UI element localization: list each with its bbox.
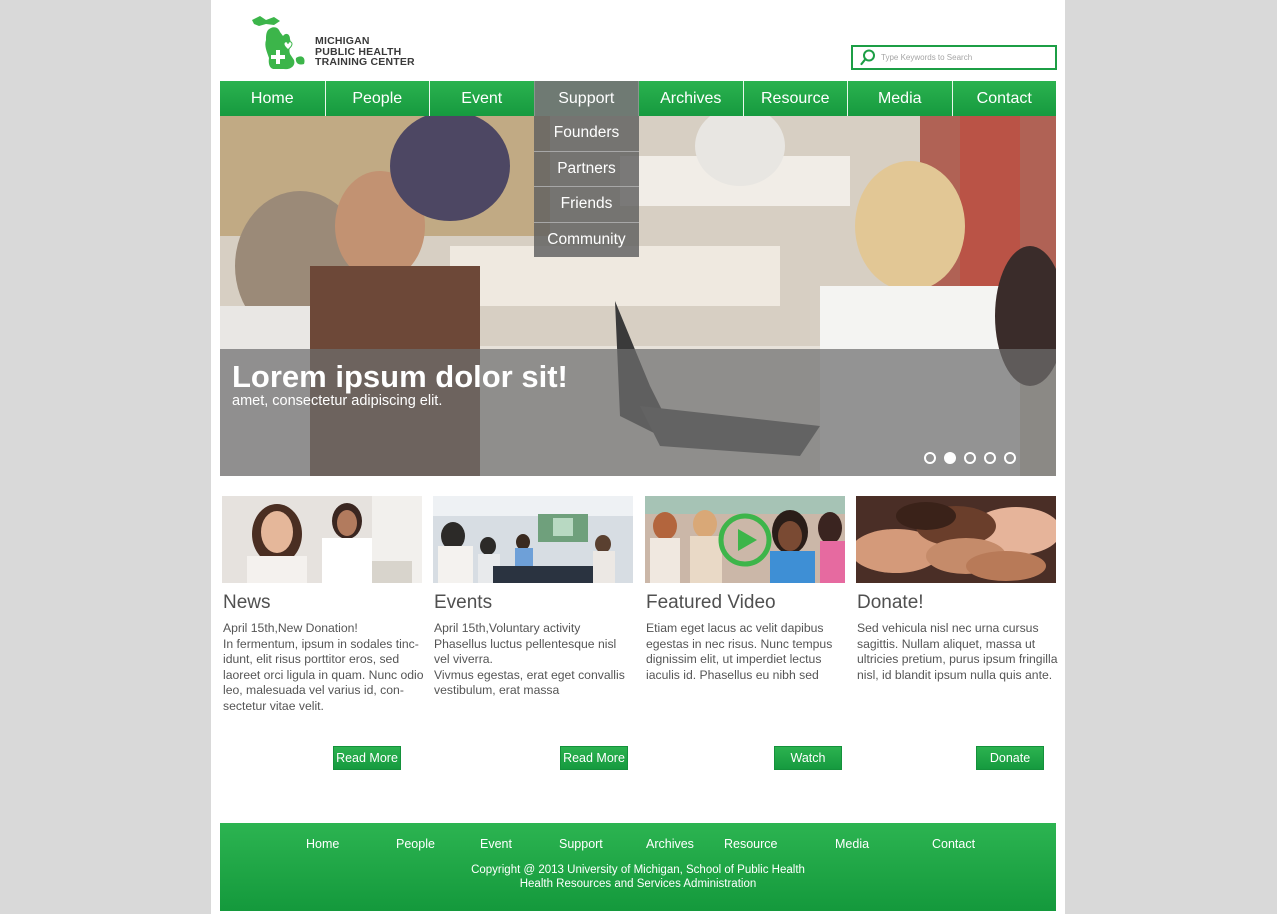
news-title: News xyxy=(223,592,271,613)
events-title: Events xyxy=(434,592,493,613)
footer-link-people[interactable]: People xyxy=(396,837,435,851)
news-text-line: sectetur vitae velit. xyxy=(223,698,324,713)
slider-dot[interactable] xyxy=(984,452,996,464)
slider-dot[interactable] xyxy=(924,452,936,464)
footer-link-archives[interactable]: Archives xyxy=(646,837,694,851)
nav-item-support[interactable]: Support xyxy=(533,81,638,116)
footer-link-home[interactable]: Home xyxy=(306,837,339,851)
donate-photo xyxy=(856,496,1056,583)
donate-text-line: Sed vehicula nisl nec urna cursus xyxy=(857,621,1039,635)
events-text-line: vestibulum, erat massa xyxy=(434,683,560,698)
footer-org: Health Resources and Services Administra… xyxy=(519,878,757,890)
nav-item-contact[interactable]: Contact xyxy=(951,81,1057,116)
donate-title: Donate! xyxy=(857,592,924,613)
slider-dot[interactable] xyxy=(964,452,976,464)
events-card: Events April 15th,Voluntary activity Pha… xyxy=(433,496,633,697)
video-thumbnail[interactable] xyxy=(645,496,845,583)
footer-link-contact[interactable]: Contact xyxy=(932,837,975,851)
donate-text-line: sagittis. Nullam aliquet, massa ut xyxy=(857,636,1036,651)
events-photo xyxy=(433,496,633,583)
search-box xyxy=(851,45,1057,70)
video-text-line: egestas in nec risus. Nunc tempus xyxy=(646,636,833,651)
donate-text-line: ultricies pretium, purus ipsum fringilla xyxy=(857,652,1058,667)
search-input[interactable] xyxy=(881,49,1049,65)
footer-link-resource[interactable]: Resource xyxy=(724,837,778,851)
watch-button[interactable]: Watch xyxy=(774,746,842,770)
events-text-line: Vivmus egestas, erat eget convallis xyxy=(434,667,625,682)
video-text-line: dignissim elit, ut imperdiet lectus xyxy=(646,652,822,667)
donate-body: Sed vehicula nisl nec urna cursus sagitt… xyxy=(857,621,1061,683)
video-text-line: iaculis id. Phasellus eu nibh sed xyxy=(646,667,819,682)
play-video-icon[interactable] xyxy=(717,512,773,568)
news-body: April 15th,New Donation! In fermentum, i… xyxy=(223,621,427,715)
support-dropdown-menu: Founders Partners Friends Community xyxy=(534,116,639,257)
nav-item-archives[interactable]: Archives xyxy=(638,81,743,116)
search-icon[interactable] xyxy=(860,49,876,66)
donate-thumbnail[interactable] xyxy=(856,496,1056,583)
news-text-line: leo, malesuada vel varius id, con- xyxy=(223,683,404,698)
nav-item-people[interactable]: People xyxy=(324,81,430,116)
nav-item-resource[interactable]: Resource xyxy=(742,81,848,116)
footer-link-event[interactable]: Event xyxy=(480,837,512,851)
news-thumbnail[interactable] xyxy=(222,496,422,583)
news-card: News April 15th,New Donation! In ferment… xyxy=(222,496,424,713)
main-nav: Home People Event Support Archives Resou… xyxy=(220,81,1056,116)
news-text-line: April 15th,New Donation! xyxy=(223,621,358,635)
donate-text-line: nisl, id blandit ipsum nulla quis ante. xyxy=(857,667,1053,682)
events-read-more-button[interactable]: Read More xyxy=(560,746,628,770)
video-text-line: Etiam eget lacus ac velit dapibus xyxy=(646,621,824,635)
news-text-line: In fermentum, ipsum in sodales tinc- xyxy=(223,636,419,651)
events-thumbnail[interactable] xyxy=(433,496,633,583)
video-body: Etiam eget lacus ac velit dapibus egesta… xyxy=(646,621,850,683)
news-read-more-button[interactable]: Read More xyxy=(333,746,401,770)
donate-button[interactable]: Donate xyxy=(976,746,1044,770)
nav-item-event[interactable]: Event xyxy=(429,81,534,116)
page: MICHIGAN PUBLIC HEALTH TRAINING CENTER H… xyxy=(211,0,1065,914)
logo-text: MICHIGAN PUBLIC HEALTH TRAINING CENTER xyxy=(315,36,415,68)
video-title: Featured Video xyxy=(646,592,776,613)
dropdown-item-friends[interactable]: Friends xyxy=(534,186,639,222)
news-photo xyxy=(222,496,422,583)
hero-title: Lorem ipsum dolor sit! xyxy=(232,359,568,394)
site-logo[interactable]: MICHIGAN PUBLIC HEALTH TRAINING CENTER xyxy=(250,14,430,74)
footer-copyright: Copyright @ 2013 University of Michigan,… xyxy=(471,864,805,876)
site-footer: Home People Event Support Archives Resou… xyxy=(220,823,1056,911)
michigan-map-logo-icon xyxy=(252,16,305,70)
donate-card: Donate! Sed vehicula nisl nec urna cursu… xyxy=(856,496,1058,682)
events-text-line: Phasellus luctus pellentesque nisl xyxy=(434,636,617,651)
footer-link-support[interactable]: Support xyxy=(559,837,603,851)
dropdown-item-founders[interactable]: Founders xyxy=(534,116,639,151)
nav-item-home[interactable]: Home xyxy=(220,81,325,116)
slider-dot[interactable] xyxy=(1004,452,1016,464)
news-text-line: idunt, elit risus porttitor eros, sed xyxy=(223,652,400,667)
dropdown-item-community[interactable]: Community xyxy=(534,221,639,258)
news-text-line: laoreet orci ligula in quam. Nunc odio xyxy=(223,667,424,682)
video-card: Featured Video Etiam eget lacus ac velit… xyxy=(645,496,845,682)
dropdown-item-partners[interactable]: Partners xyxy=(534,150,639,187)
logo-line: MICHIGAN xyxy=(315,35,370,47)
slider-dot-active[interactable] xyxy=(944,452,956,464)
logo-line: TRAINING CENTER xyxy=(315,56,415,68)
nav-item-media[interactable]: Media xyxy=(847,81,952,116)
hero-subtitle: amet, consectetur adipiscing elit. xyxy=(232,393,443,409)
events-text-line: vel viverra. xyxy=(434,652,493,667)
events-body: April 15th,Voluntary activity Phasellus … xyxy=(434,621,638,699)
footer-link-media[interactable]: Media xyxy=(835,837,869,851)
events-text-line: April 15th,Voluntary activity xyxy=(434,621,581,635)
slider-dots xyxy=(924,452,1016,464)
